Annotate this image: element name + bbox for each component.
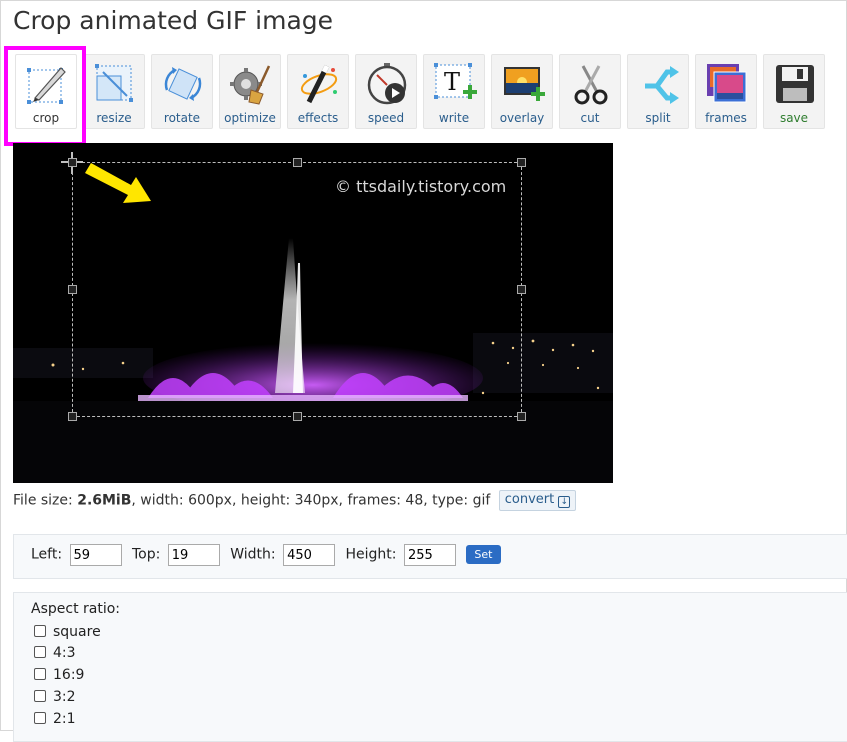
tool-frames[interactable]: frames	[695, 54, 757, 129]
tool-label: split	[645, 111, 671, 125]
tool-label: cut	[580, 111, 600, 125]
crop-handle-se[interactable]	[517, 412, 526, 421]
image-preview[interactable]: © ttsdaily.tistory.com	[13, 143, 613, 483]
aspect-option-square[interactable]: square	[34, 624, 101, 640]
crop-handle-s[interactable]	[293, 412, 302, 421]
crop-selection[interactable]	[68, 158, 526, 421]
tool-label: speed	[367, 111, 405, 125]
tool-save[interactable]: save	[763, 54, 825, 129]
file-details: , width: 600px, height: 340px, frames: 4…	[131, 492, 491, 509]
effects-icon	[300, 64, 338, 104]
split-icon	[645, 66, 679, 104]
download-icon: ↓	[558, 496, 571, 508]
aspect-ratio-title: Aspect ratio:	[31, 601, 121, 617]
floppy-disk-icon	[776, 65, 814, 103]
file-info: File size: 2.6MiB, width: 600px, height:…	[13, 490, 577, 511]
tool-crop[interactable]: crop	[15, 54, 77, 129]
left-label: Left:	[31, 546, 63, 563]
left-input[interactable]	[69, 544, 122, 566]
tool-write[interactable]: T write	[423, 54, 485, 129]
checkbox[interactable]	[34, 690, 46, 702]
write-icon: T	[434, 63, 477, 99]
checkbox[interactable]	[34, 646, 46, 658]
aspect-ratio-panel: Aspect ratio: square 4:3 16:9 3:2 2:1	[13, 592, 847, 742]
aspect-option-2-1[interactable]: 2:1	[34, 711, 76, 727]
tool-effects[interactable]: effects	[287, 54, 349, 129]
convert-label: convert	[504, 492, 555, 507]
width-input[interactable]	[283, 544, 336, 566]
write-glyph: T	[444, 68, 460, 96]
tool-label: frames	[705, 111, 747, 125]
speed-icon	[367, 63, 407, 105]
checkbox[interactable]	[34, 625, 46, 637]
crop-handle-e[interactable]	[517, 285, 526, 294]
crop-icon	[27, 67, 66, 104]
width-label: Width:	[230, 546, 276, 563]
option-label: square	[53, 624, 101, 640]
tool-resize[interactable]: resize	[83, 54, 145, 129]
tool-label: rotate	[163, 111, 201, 125]
set-button[interactable]: Set	[466, 545, 501, 564]
option-label: 4:3	[53, 645, 76, 661]
crop-dimensions-panel: Left: Top: Width: Height: Set	[13, 534, 847, 579]
tool-label: write	[438, 111, 470, 125]
frames-icon	[707, 64, 747, 103]
aspect-option-3-2[interactable]: 3:2	[34, 689, 76, 705]
option-label: 16:9	[53, 667, 85, 683]
crop-handle-w[interactable]	[68, 285, 77, 294]
crop-handle-ne[interactable]	[517, 158, 526, 167]
tool-label: overlay	[499, 111, 545, 125]
tool-overlay[interactable]: overlay	[491, 54, 553, 129]
resize-icon	[95, 64, 133, 102]
aspect-option-16-9[interactable]: 16:9	[34, 667, 84, 683]
tool-optimize[interactable]: optimize	[219, 54, 281, 129]
checkbox[interactable]	[34, 668, 46, 680]
tool-label: crop	[32, 111, 60, 125]
convert-button[interactable]: convert ↓	[498, 490, 577, 511]
crop-handle-sw[interactable]	[68, 412, 77, 421]
overlay-icon	[504, 67, 545, 101]
tool-label: resize	[96, 111, 132, 125]
file-size-label: File size:	[13, 492, 73, 509]
page-title: Crop animated GIF image	[13, 6, 334, 35]
tool-label: optimize	[224, 111, 276, 125]
crop-handle-n[interactable]	[293, 158, 302, 167]
file-size-value: 2.6MiB	[77, 492, 132, 509]
top-label: Top:	[131, 546, 161, 563]
optimize-icon	[230, 65, 271, 105]
tool-split[interactable]: split	[627, 54, 689, 129]
tool-speed[interactable]: speed	[355, 54, 417, 129]
crop-handle-nw[interactable]	[68, 158, 77, 167]
height-label: Height:	[345, 546, 397, 563]
tool-label: effects	[297, 111, 339, 125]
scissors-icon	[574, 65, 608, 105]
tool-label: save	[779, 111, 809, 125]
rotate-icon	[164, 67, 202, 101]
aspect-option-4-3[interactable]: 4:3	[34, 645, 76, 661]
checkbox[interactable]	[34, 712, 46, 724]
tool-rotate[interactable]: rotate	[151, 54, 213, 129]
height-input[interactable]	[403, 544, 456, 566]
top-input[interactable]	[167, 544, 220, 566]
tool-cut[interactable]: cut	[559, 54, 621, 129]
option-label: 2:1	[53, 711, 76, 727]
option-label: 3:2	[53, 689, 76, 705]
